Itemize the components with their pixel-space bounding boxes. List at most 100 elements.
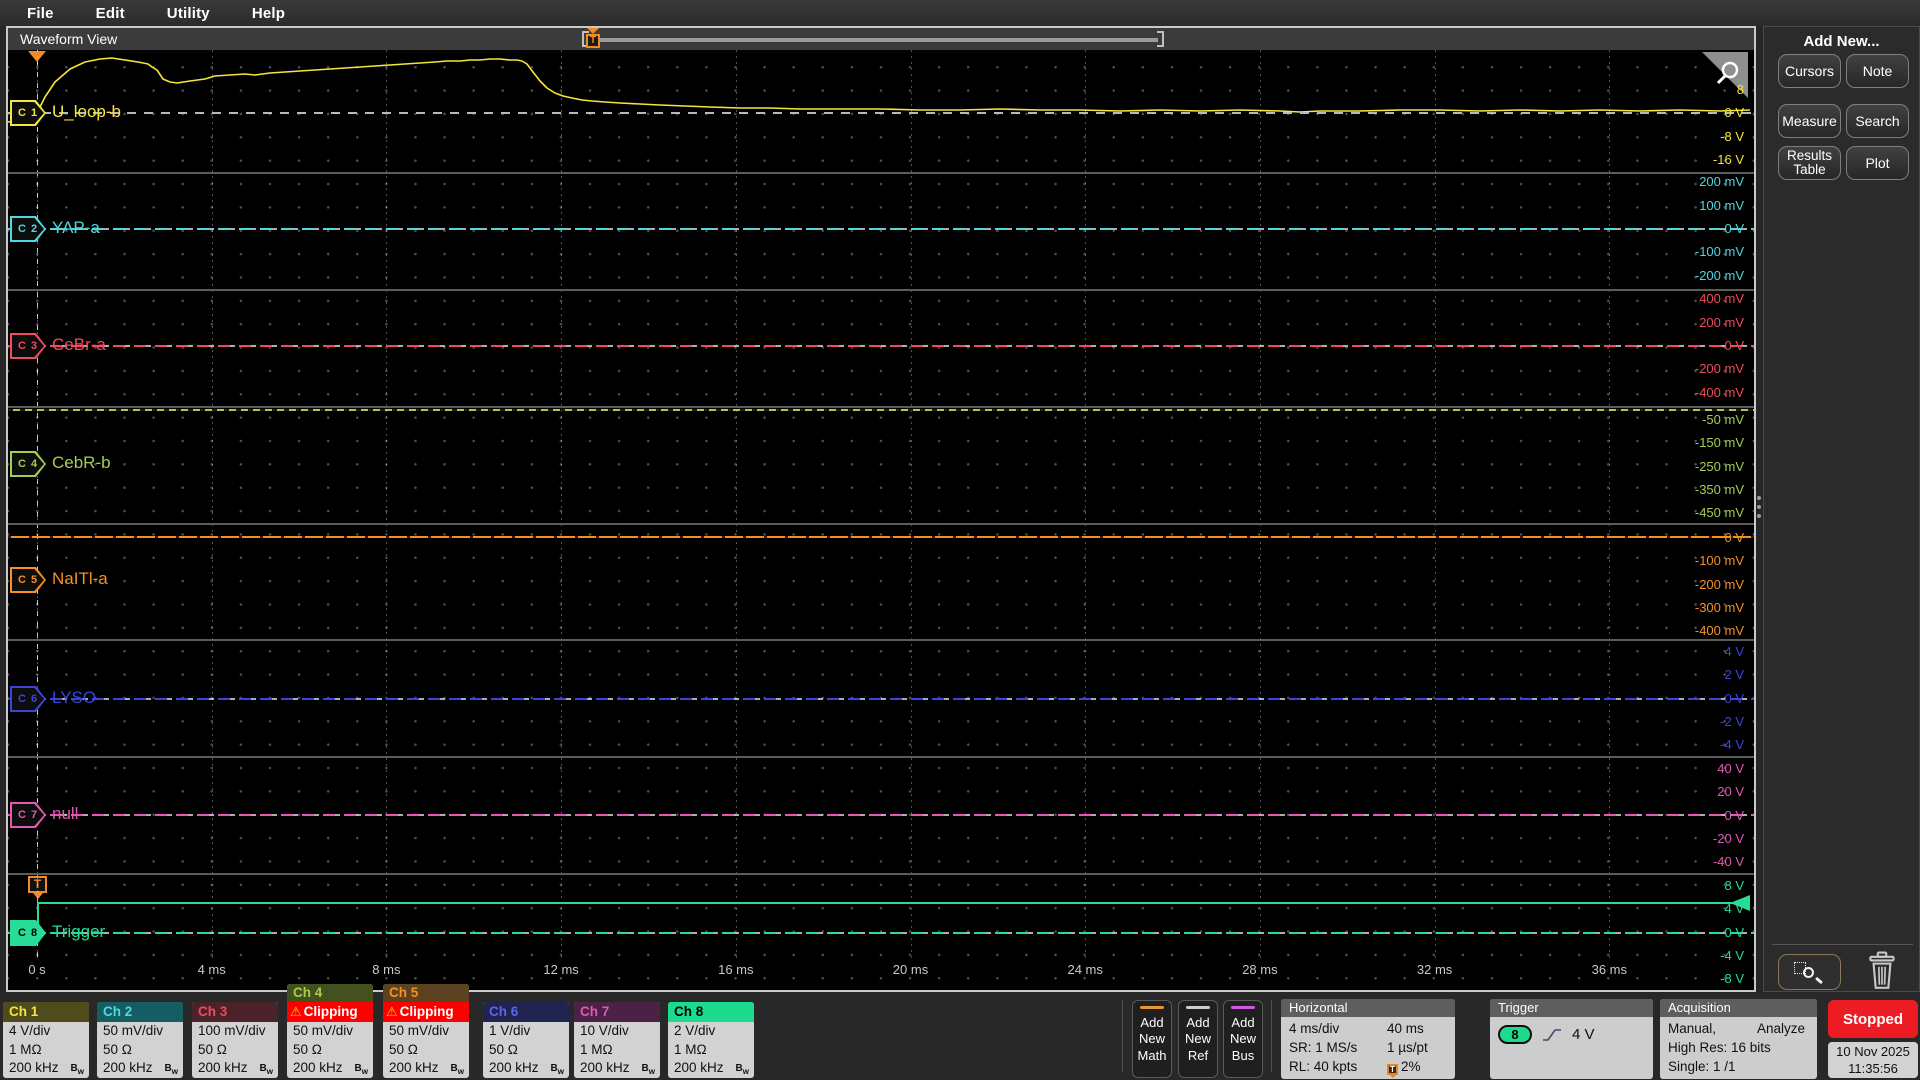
add-new-note-button[interactable]: Note: [1846, 54, 1909, 88]
add-btn-line: Bus: [1231, 1047, 1255, 1063]
waveform-plot[interactable]: T C 1U_loop-b80 V-8 V-16 VC 2YAP-a200 mV…: [8, 50, 1754, 990]
panel-splitter-handle[interactable]: [1757, 496, 1761, 522]
warning-icon: ⚠: [290, 1004, 302, 1019]
channel-impedance-value: 50 Ω: [389, 1041, 418, 1057]
trigger-pane[interactable]: Trigger 8 4 V: [1490, 999, 1653, 1079]
acquisition-pane[interactable]: Acquisition Manual, Analyze High Res: 16…: [1660, 999, 1817, 1079]
channel-8-badge[interactable]: C 8: [10, 920, 46, 946]
major-gridline: [561, 50, 563, 958]
channel-1-badge[interactable]: C 1: [10, 100, 46, 126]
bandwidth-limit-icon: Bw: [70, 1063, 84, 1076]
channel-4-badge[interactable]: C 4: [10, 451, 46, 477]
channel-6-settings-badge[interactable]: Ch 61 V/div 50 Ω 200 kHz Bw: [483, 1002, 569, 1078]
warning-icon: ⚠: [386, 1004, 398, 1019]
clipping-banner: ⚠ Clipping: [287, 1002, 373, 1022]
channel-bandwidth-value: 200 kHz Bw: [668, 1059, 754, 1078]
add-btn-line: New: [1138, 1031, 1165, 1047]
channel-8-settings-badge[interactable]: Ch 82 V/div 1 MΩ 200 kHz Bw: [668, 1002, 754, 1078]
add-btn-line: Add: [1231, 1015, 1255, 1030]
overview-trigger-flag-icon[interactable]: T: [586, 34, 600, 48]
accent-bar: [1140, 1006, 1164, 1009]
channel-3-label[interactable]: CeBr-a: [52, 335, 106, 355]
channel-3-scale-label: -200 mV: [1694, 361, 1744, 377]
menu-item-file[interactable]: File: [27, 5, 54, 22]
channel-3-badge[interactable]: C 3: [10, 333, 46, 359]
horizontal-pane[interactable]: Horizontal 4 ms/div 40 ms SR: 1 MS/s 1 µs/p…: [1281, 999, 1455, 1079]
add-new-bus-button[interactable]: Add New Bus: [1223, 1000, 1263, 1078]
bandwidth-limit-icon: Bw: [735, 1063, 749, 1076]
menu-item-help[interactable]: Help: [252, 5, 285, 22]
channel-bandwidth-value: 200 kHz Bw: [483, 1059, 569, 1078]
channel-5-label[interactable]: NaITl-a: [52, 569, 108, 589]
channel-1-settings-badge[interactable]: Ch 14 V/div 1 MΩ 200 kHz Bw: [3, 1002, 89, 1078]
channel-7-badge[interactable]: C 7: [10, 802, 46, 828]
horizontal-overview-bar[interactable]: T: [582, 28, 1164, 50]
time-axis-label: 36 ms: [1591, 962, 1627, 977]
channel-7-waveform: [8, 814, 1754, 817]
channel-1-scale-label: 8: [1736, 82, 1744, 97]
channel-2-scale-label: -200 mV: [1694, 267, 1744, 283]
channel-7-scale-label: -40 V: [1712, 854, 1744, 870]
channel-3-settings-badge[interactable]: Ch 3 100 mV/div 50 Ω 200 kHz Bw: [192, 1002, 278, 1078]
channel-4-settings-badge[interactable]: Ch 4 ⚠ Clipping 50 mV/div 50 Ω 200 kHz Bw: [287, 984, 373, 1078]
trash-icon[interactable]: [1866, 951, 1898, 991]
channel-5-scale-label: -100 mV: [1694, 553, 1744, 569]
add-new-measure-button[interactable]: Measure: [1778, 104, 1841, 138]
time-text: 11:35:56: [1848, 1061, 1898, 1076]
channel-7-scale-label: 20 V: [1717, 784, 1744, 800]
add-new-math-button[interactable]: Add New Math: [1132, 1000, 1172, 1078]
channel-2-label[interactable]: YAP-a: [52, 218, 100, 238]
zoom-mode-button[interactable]: [1778, 954, 1841, 990]
menu-item-utility[interactable]: Utility: [167, 5, 210, 22]
add-new-search-button[interactable]: Search: [1846, 104, 1909, 138]
channel-5-scale-label: -400 mV: [1694, 623, 1744, 639]
horizontal-value: RL: 40 kpts: [1289, 1059, 1358, 1074]
channel-badge-title: Ch 5: [383, 984, 469, 1002]
overview-right-bracket[interactable]: [1157, 31, 1164, 47]
channel-7-settings-badge[interactable]: Ch 7 10 V/div 1 MΩ 200 kHz Bw: [574, 1002, 660, 1078]
channel-2-scale-label: -100 mV: [1694, 244, 1744, 260]
clipping-text: Clipping: [399, 1004, 454, 1019]
channel-badge-title: Ch 2: [97, 1002, 183, 1022]
channel-scale-value: 50 mV/div: [293, 1023, 354, 1038]
acquisition-mode: Manual,: [1668, 1021, 1717, 1036]
major-gridline: [386, 50, 388, 958]
channel-2-badge[interactable]: C 2: [10, 216, 46, 242]
menu-item-edit[interactable]: Edit: [96, 5, 125, 22]
time-axis-label: 8 ms: [372, 962, 401, 977]
channel-8-scale-label: -4 V: [1720, 948, 1744, 964]
add-new-plot-button[interactable]: Plot: [1846, 146, 1909, 180]
add-new-cursors-button[interactable]: Cursors: [1778, 54, 1841, 88]
overview-trigger-triangle-icon: [587, 28, 599, 34]
channel-slice-divider: [8, 289, 1754, 291]
add-new-ref-button[interactable]: Add New Ref: [1178, 1000, 1218, 1078]
channel-2-scale-label: 0 V: [1724, 221, 1744, 237]
channel-7-scale-label: -20 V: [1712, 831, 1744, 847]
channel-2-scale-label: 100 mV: [1699, 197, 1744, 213]
acquisition-resolution: High Res: 16 bits: [1668, 1040, 1771, 1055]
magnifier-icon: [1803, 967, 1814, 978]
channel-8-label[interactable]: Trigger: [52, 922, 105, 942]
channel-1-label[interactable]: U_loop-b: [52, 102, 121, 122]
channel-4-scale-label: -350 mV: [1694, 482, 1744, 498]
major-gridline: [1259, 50, 1261, 958]
channel-6-badge[interactable]: C 6: [10, 686, 46, 712]
channel-badge-title: Ch 6: [483, 1002, 569, 1022]
run-stop-button[interactable]: Stopped: [1828, 1000, 1918, 1038]
channel-5-badge[interactable]: C 5: [10, 567, 46, 593]
acquisition-single: Single: 1 /1: [1668, 1059, 1736, 1074]
add-new-results-table-button[interactable]: Results Table: [1778, 146, 1841, 180]
channel-7-label[interactable]: null: [52, 804, 78, 824]
clipping-text: Clipping: [303, 1004, 358, 1019]
channel-6-label[interactable]: LYSO: [52, 688, 96, 708]
channel-2-settings-badge[interactable]: Ch 2 50 mV/div 50 Ω 200 kHz Bw: [97, 1002, 183, 1078]
channel-8-scale-label: 0 V: [1724, 924, 1744, 940]
channel-4-label[interactable]: CebR-b: [52, 453, 111, 473]
major-gridline: [910, 50, 912, 958]
channel-scale-value: 10 V/div: [580, 1023, 629, 1038]
horizontal-value: T 2%: [1387, 1057, 1447, 1078]
channel-5-scale-label: 0 V: [1724, 530, 1744, 545]
channel-4-waveform: [8, 409, 1754, 411]
channel-bandwidth-value: 200 kHz Bw: [3, 1059, 89, 1078]
channel-5-settings-badge[interactable]: Ch 5 ⚠ Clipping 50 mV/div 50 Ω 200 kHz Bw: [383, 984, 469, 1078]
